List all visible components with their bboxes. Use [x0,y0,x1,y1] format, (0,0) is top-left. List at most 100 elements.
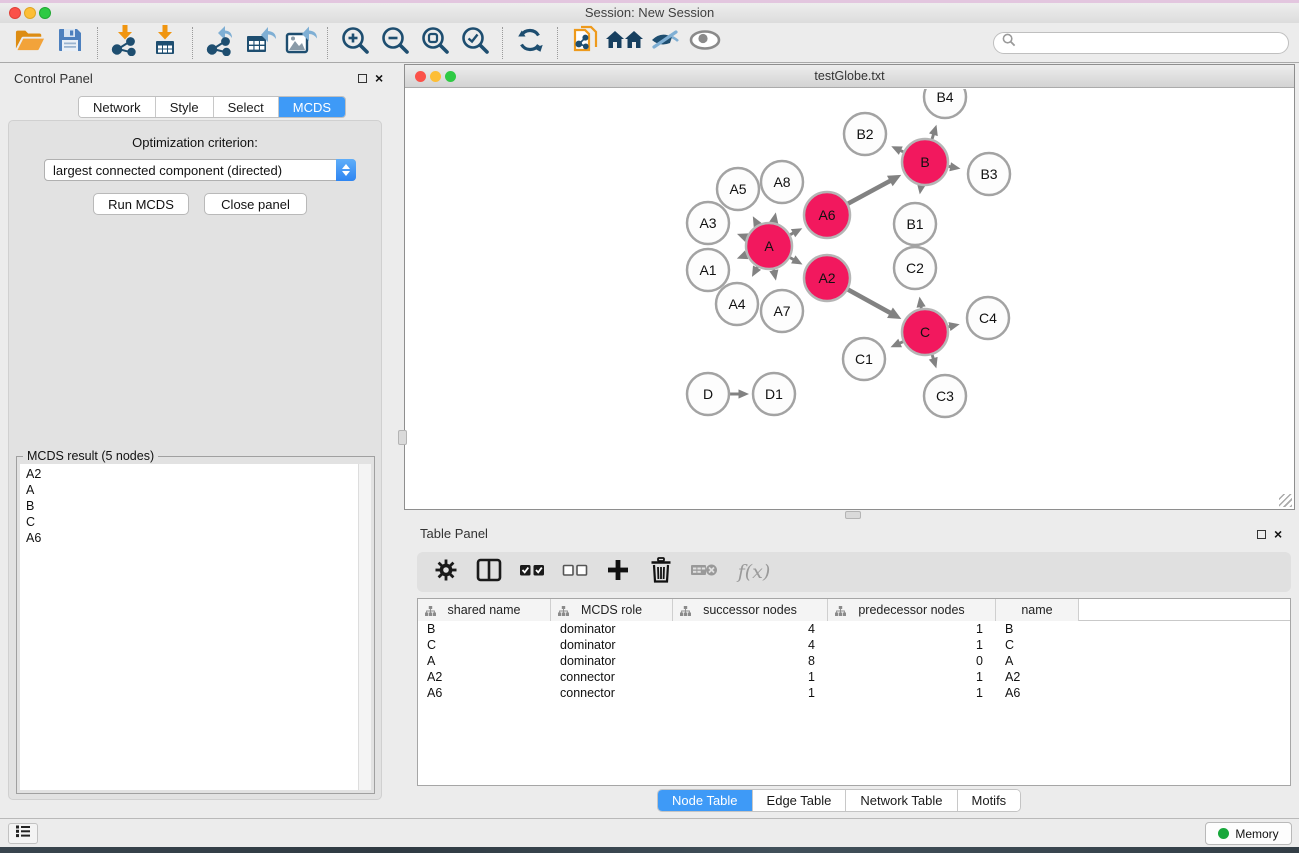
zoom-selected-button[interactable] [455,25,495,61]
export-table-button[interactable] [240,25,280,61]
graph-node-C[interactable]: C [902,309,948,355]
result-item[interactable]: C [26,514,352,530]
result-scrollbar[interactable] [358,464,371,790]
select-all-button[interactable] [517,557,547,587]
graph-node-C2[interactable]: C2 [894,247,936,289]
optimization-criterion-select[interactable]: largest connected component (directed) [44,159,356,181]
column-header-shared-name[interactable]: shared name [418,599,551,621]
memory-button[interactable]: Memory [1205,822,1292,845]
graph-node-B2[interactable]: B2 [844,113,886,155]
run-mcds-button[interactable]: Run MCDS [93,193,189,215]
delete-column-button[interactable] [646,557,676,587]
tab-motifs[interactable]: Motifs [958,790,1021,811]
graph-node-A7[interactable]: A7 [761,290,803,332]
graph-node-C1[interactable]: C1 [843,338,885,380]
cell-name: A [996,653,1079,669]
graph-node-A1[interactable]: A1 [687,249,729,291]
graph-node-C3[interactable]: C3 [924,375,966,417]
float-panel-icon[interactable] [358,74,367,83]
graph-node-B4[interactable]: B4 [924,89,966,118]
mcds-result-list: A2ABCA6 [20,464,371,790]
splitter-handle-horizontal[interactable] [845,511,861,519]
graph-node-A4[interactable]: A4 [716,283,758,325]
export-network-button[interactable] [200,25,240,61]
tab-network-table[interactable]: Network Table [846,790,957,811]
tab-edge-table[interactable]: Edge Table [753,790,847,811]
resize-grip[interactable] [1279,494,1292,507]
edge-arrowhead [917,297,926,308]
refresh-button[interactable] [510,25,550,61]
graph-node-B3[interactable]: B3 [968,153,1010,195]
graph-node-C4[interactable]: C4 [967,297,1009,339]
graph-node-A5[interactable]: A5 [717,168,759,210]
tab-style[interactable]: Style [156,97,214,117]
network-graph[interactable]: B4 B2 B B3 B1 A5A8A6 A3 A A1 C2 A2 A4 A7 C4 C C1 C3 D D1 [406,89,1293,509]
float-table-panel-icon[interactable] [1257,530,1266,539]
show-columns-button[interactable] [474,557,504,587]
shared-column-icon [835,605,846,619]
graph-node-A6[interactable]: A6 [804,192,850,238]
result-item[interactable]: B [26,498,352,514]
column-header-MCDS-role[interactable]: MCDS role [551,599,673,621]
node-label: A2 [818,270,835,286]
edge-arrowhead [929,357,938,368]
table-row[interactable]: Bdominator41B [418,621,1290,637]
memory-status-icon [1218,828,1229,839]
close-panel-button[interactable]: Close panel [204,193,307,215]
graph-node-A[interactable]: A [746,223,792,269]
graph-node-A2[interactable]: A2 [804,255,850,301]
graph-node-D1[interactable]: D1 [753,373,795,415]
result-item[interactable]: A [26,482,352,498]
table-row[interactable]: A2connector11A2 [418,669,1290,685]
tab-select[interactable]: Select [214,97,279,117]
plus-icon [606,558,630,587]
column-header-successor-nodes[interactable]: successor nodes [673,599,828,621]
home-button[interactable] [605,25,645,61]
import-network-button[interactable] [105,25,145,61]
clone-network-icon [570,24,600,61]
import-table-button[interactable] [145,25,185,61]
column-header-predecessor-nodes[interactable]: predecessor nodes [828,599,996,621]
shared-column-icon [425,605,436,619]
deselect-all-button[interactable] [560,557,590,587]
zoom-out-button[interactable] [375,25,415,61]
graph-node-D[interactable]: D [687,373,729,415]
result-item[interactable]: A2 [26,466,352,482]
search-input[interactable] [1021,36,1280,50]
show-graphics-details-button[interactable] [685,25,725,61]
tab-node-table[interactable]: Node Table [658,790,753,811]
node-label: B2 [856,126,873,142]
function-builder-button[interactable]: f(x) [732,557,776,587]
cell-predecessor-nodes: 1 [828,637,996,653]
task-history-button[interactable] [8,823,38,844]
graph-node-B1[interactable]: B1 [894,203,936,245]
edge-arrowhead [739,389,750,398]
graph-node-B[interactable]: B [902,139,948,185]
open-session-button[interactable] [10,25,50,61]
table-row[interactable]: Adominator80A [418,653,1290,669]
window-title: Session: New Session [0,5,1299,20]
save-session-button[interactable] [50,25,90,61]
result-item[interactable]: A6 [26,530,352,546]
memory-label: Memory [1235,827,1278,841]
eye-slash-icon [648,27,682,58]
add-column-button[interactable] [603,557,633,587]
tab-network[interactable]: Network [79,97,156,117]
table-settings-button[interactable] [431,557,461,587]
node-label: A7 [773,303,790,319]
column-header-name[interactable]: name [996,599,1079,621]
graph-node-A8[interactable]: A8 [761,161,803,203]
close-table-panel-icon[interactable]: × [1274,528,1282,540]
close-panel-icon[interactable]: × [375,72,383,84]
splitter-handle-vertical[interactable] [398,430,407,445]
delete-table-button[interactable] [689,557,719,587]
tab-mcds[interactable]: MCDS [279,97,345,117]
export-image-button[interactable] [280,25,320,61]
zoom-fit-button[interactable] [415,25,455,61]
table-row[interactable]: A6connector11A6 [418,685,1290,701]
zoom-in-button[interactable] [335,25,375,61]
table-row[interactable]: Cdominator41C [418,637,1290,653]
clone-network-button[interactable] [565,25,605,61]
hide-graphics-details-button[interactable] [645,25,685,61]
graph-node-A3[interactable]: A3 [687,202,729,244]
